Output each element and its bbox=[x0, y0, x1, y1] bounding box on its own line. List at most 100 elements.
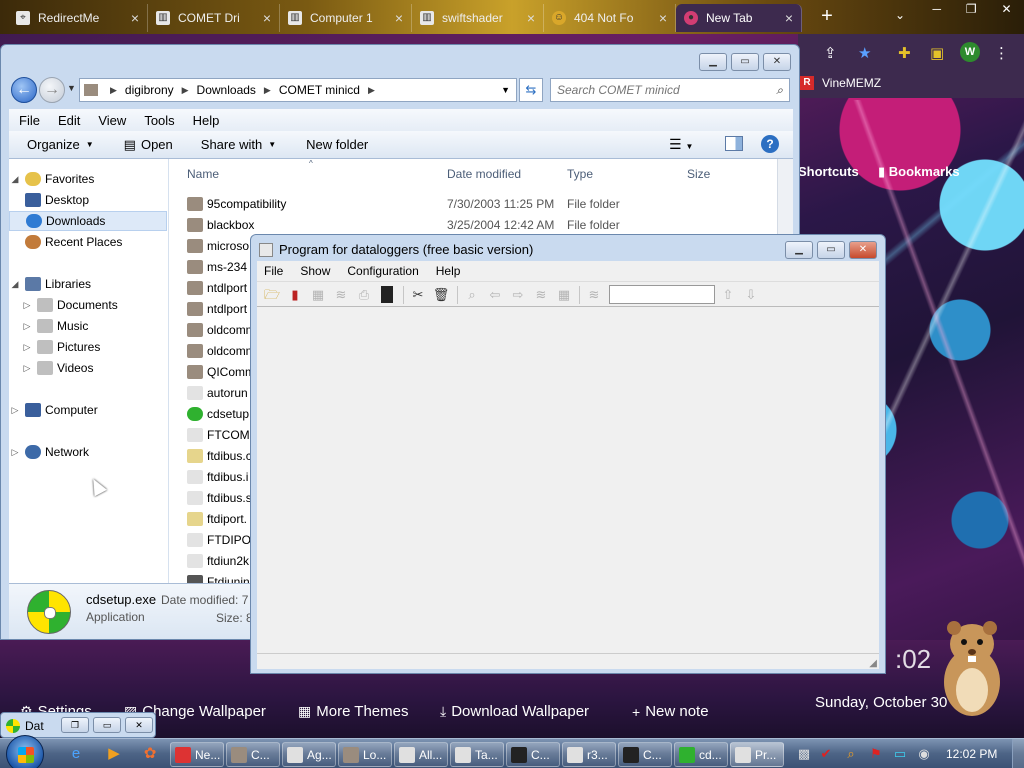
recent-pages-dropdown[interactable]: ▼ bbox=[67, 83, 76, 93]
close-button[interactable]: ✕ bbox=[125, 717, 153, 733]
search-icon[interactable]: ⌕ bbox=[843, 746, 859, 762]
open-folder-icon[interactable]: 🗁 bbox=[263, 286, 281, 303]
address-bar[interactable]: ▶ digibrony ▶ Downloads ▶ COMET minicd ▶… bbox=[79, 78, 517, 102]
close-button[interactable]: ✕ bbox=[763, 53, 791, 71]
breadcrumb-digibrony[interactable]: digibrony bbox=[125, 83, 174, 97]
close-icon[interactable]: × bbox=[527, 10, 535, 26]
grid-icon[interactable]: ▦ bbox=[555, 286, 573, 303]
share-with-button[interactable]: Share with ▼ bbox=[201, 137, 276, 152]
sidebar-icon[interactable]: ▣ bbox=[930, 44, 944, 62]
resize-grip-icon[interactable]: ◢ bbox=[869, 658, 877, 669]
breadcrumb-comet-minicd[interactable]: COMET minicd bbox=[279, 83, 360, 97]
taskbar-button[interactable]: Ag... bbox=[282, 742, 336, 767]
taskbar-button[interactable]: C... bbox=[226, 742, 280, 767]
bookmark-vinememz[interactable]: R VineMEMZ bbox=[800, 76, 881, 90]
address-dropdown-icon[interactable]: ▼ bbox=[501, 85, 510, 95]
table-icon[interactable]: ▦ bbox=[309, 286, 327, 303]
volume-icon[interactable]: ◉ bbox=[916, 746, 932, 762]
taskbar-button[interactable]: r3... bbox=[562, 742, 616, 767]
flag-icon[interactable]: ⚑ bbox=[868, 746, 884, 762]
close-icon[interactable]: × bbox=[263, 10, 271, 26]
collapse-icon[interactable]: ▷ bbox=[21, 363, 33, 374]
tab-404[interactable]: ☺ 404 Not Fo × bbox=[544, 4, 676, 32]
zoom-fit-icon[interactable]: ≋ bbox=[532, 286, 550, 303]
breadcrumb-downloads[interactable]: Downloads bbox=[197, 83, 256, 97]
open-button[interactable]: ▤ Open bbox=[124, 137, 173, 153]
shortcuts-link[interactable]: Shortcuts bbox=[798, 164, 859, 179]
menu-file[interactable]: File bbox=[264, 264, 283, 278]
expand-icon[interactable]: ◢ bbox=[9, 174, 21, 185]
taskbar-button[interactable]: cd... bbox=[674, 742, 728, 767]
menu-file[interactable]: File bbox=[19, 113, 40, 128]
maximize-button[interactable]: ▭ bbox=[93, 717, 121, 733]
arrow-right-icon[interactable]: ⇨ bbox=[509, 286, 527, 303]
star-icon[interactable]: ★ bbox=[858, 44, 871, 62]
menu-icon[interactable]: ⋮ bbox=[994, 44, 1009, 62]
minimize-button[interactable]: ▁ bbox=[785, 241, 813, 259]
tray-app-icon[interactable]: ▩ bbox=[796, 746, 812, 762]
close-icon[interactable]: × bbox=[785, 10, 793, 26]
tab-new-tab[interactable]: ● New Tab × bbox=[676, 4, 802, 32]
new-folder-button[interactable]: New folder bbox=[306, 137, 368, 152]
toolbar-value-field[interactable] bbox=[609, 285, 715, 304]
nav-recent-places[interactable]: Recent Places bbox=[9, 232, 167, 252]
new-tab-button[interactable]: + bbox=[815, 6, 839, 28]
puzzle-icon[interactable]: ✚ bbox=[898, 44, 911, 62]
tab-comet-drivers[interactable]: ▥ COMET Dri × bbox=[148, 4, 280, 32]
views-button[interactable]: ☰ ▼ bbox=[669, 136, 693, 153]
more-themes-link[interactable]: ▦ More Themes bbox=[298, 703, 409, 720]
nav-documents[interactable]: ▷ Documents bbox=[21, 295, 167, 315]
help-icon[interactable]: ? bbox=[761, 135, 779, 153]
close-button[interactable]: ✕ bbox=[849, 241, 877, 259]
zoom-icon[interactable]: ⌕ bbox=[463, 286, 481, 303]
show-desktop-button[interactable] bbox=[1012, 739, 1024, 768]
chevron-down-icon[interactable]: ⌄ bbox=[895, 8, 905, 22]
app-pinned-icon[interactable]: ✿ bbox=[138, 743, 162, 765]
tray-clock[interactable]: 12:02 PM bbox=[946, 747, 997, 761]
close-icon[interactable]: ✕ bbox=[1001, 2, 1011, 20]
nav-downloads[interactable]: Downloads bbox=[9, 211, 167, 231]
tab-computer[interactable]: ▥ Computer 1 × bbox=[280, 4, 412, 32]
chart-icon[interactable]: ≋ bbox=[332, 286, 350, 303]
share-icon[interactable]: ⇪ bbox=[824, 44, 837, 62]
back-button[interactable]: ← bbox=[11, 77, 37, 103]
restore-icon[interactable]: ❐ bbox=[966, 2, 977, 20]
search-box[interactable]: ⌕ bbox=[550, 78, 790, 102]
taskbar-button[interactable]: Lo... bbox=[338, 742, 392, 767]
close-icon[interactable]: × bbox=[131, 10, 139, 26]
collapse-icon[interactable]: ▷ bbox=[21, 321, 33, 332]
menu-edit[interactable]: Edit bbox=[58, 113, 80, 128]
collapse-icon[interactable]: ▷ bbox=[21, 342, 33, 353]
internet-explorer-icon[interactable]: e bbox=[64, 743, 88, 765]
battery-icon[interactable] bbox=[381, 286, 393, 303]
checkmark-icon[interactable]: ✔ bbox=[818, 746, 834, 762]
expand-icon[interactable]: ◢ bbox=[9, 279, 21, 290]
taskbar-button[interactable]: Ne... bbox=[170, 742, 224, 767]
forward-button[interactable]: → bbox=[39, 77, 65, 103]
tools-icon[interactable]: ✂ bbox=[409, 286, 427, 303]
menu-configuration[interactable]: Configuration bbox=[347, 264, 418, 278]
print-icon[interactable]: ⎙ bbox=[355, 286, 373, 303]
menu-help[interactable]: Help bbox=[193, 113, 220, 128]
arrow-up-icon[interactable]: ⇧ bbox=[719, 286, 737, 303]
maximize-button[interactable]: ▭ bbox=[817, 241, 845, 259]
file-row[interactable]: 95compatibility 7/30/2003 11:25 PM File fo… bbox=[169, 193, 769, 214]
nav-pictures[interactable]: ▷ Pictures bbox=[21, 337, 167, 357]
menu-help[interactable]: Help bbox=[436, 264, 461, 278]
nav-desktop[interactable]: Desktop bbox=[9, 190, 167, 210]
monitor-icon[interactable]: ▭ bbox=[892, 746, 908, 762]
download-logger-icon[interactable]: ▮ bbox=[286, 286, 304, 303]
collapse-icon[interactable]: ▷ bbox=[9, 447, 21, 458]
restore-button[interactable]: ❐ bbox=[61, 717, 89, 733]
menu-view[interactable]: View bbox=[98, 113, 126, 128]
taskbar-button[interactable]: All... bbox=[394, 742, 448, 767]
close-icon[interactable]: × bbox=[395, 10, 403, 26]
menu-show[interactable]: Show bbox=[300, 264, 330, 278]
bookmarks-link[interactable]: ▮ Bookmarks bbox=[878, 164, 960, 180]
search-icon[interactable]: ⌕ bbox=[776, 83, 783, 98]
file-row[interactable]: blackbox 3/25/2004 12:42 AM File folder bbox=[169, 214, 769, 235]
preview-pane-button[interactable] bbox=[725, 136, 743, 151]
menu-tools[interactable]: Tools bbox=[144, 113, 174, 128]
column-header-type[interactable]: Type bbox=[567, 167, 593, 181]
nav-libraries[interactable]: ◢ Libraries bbox=[9, 274, 167, 294]
